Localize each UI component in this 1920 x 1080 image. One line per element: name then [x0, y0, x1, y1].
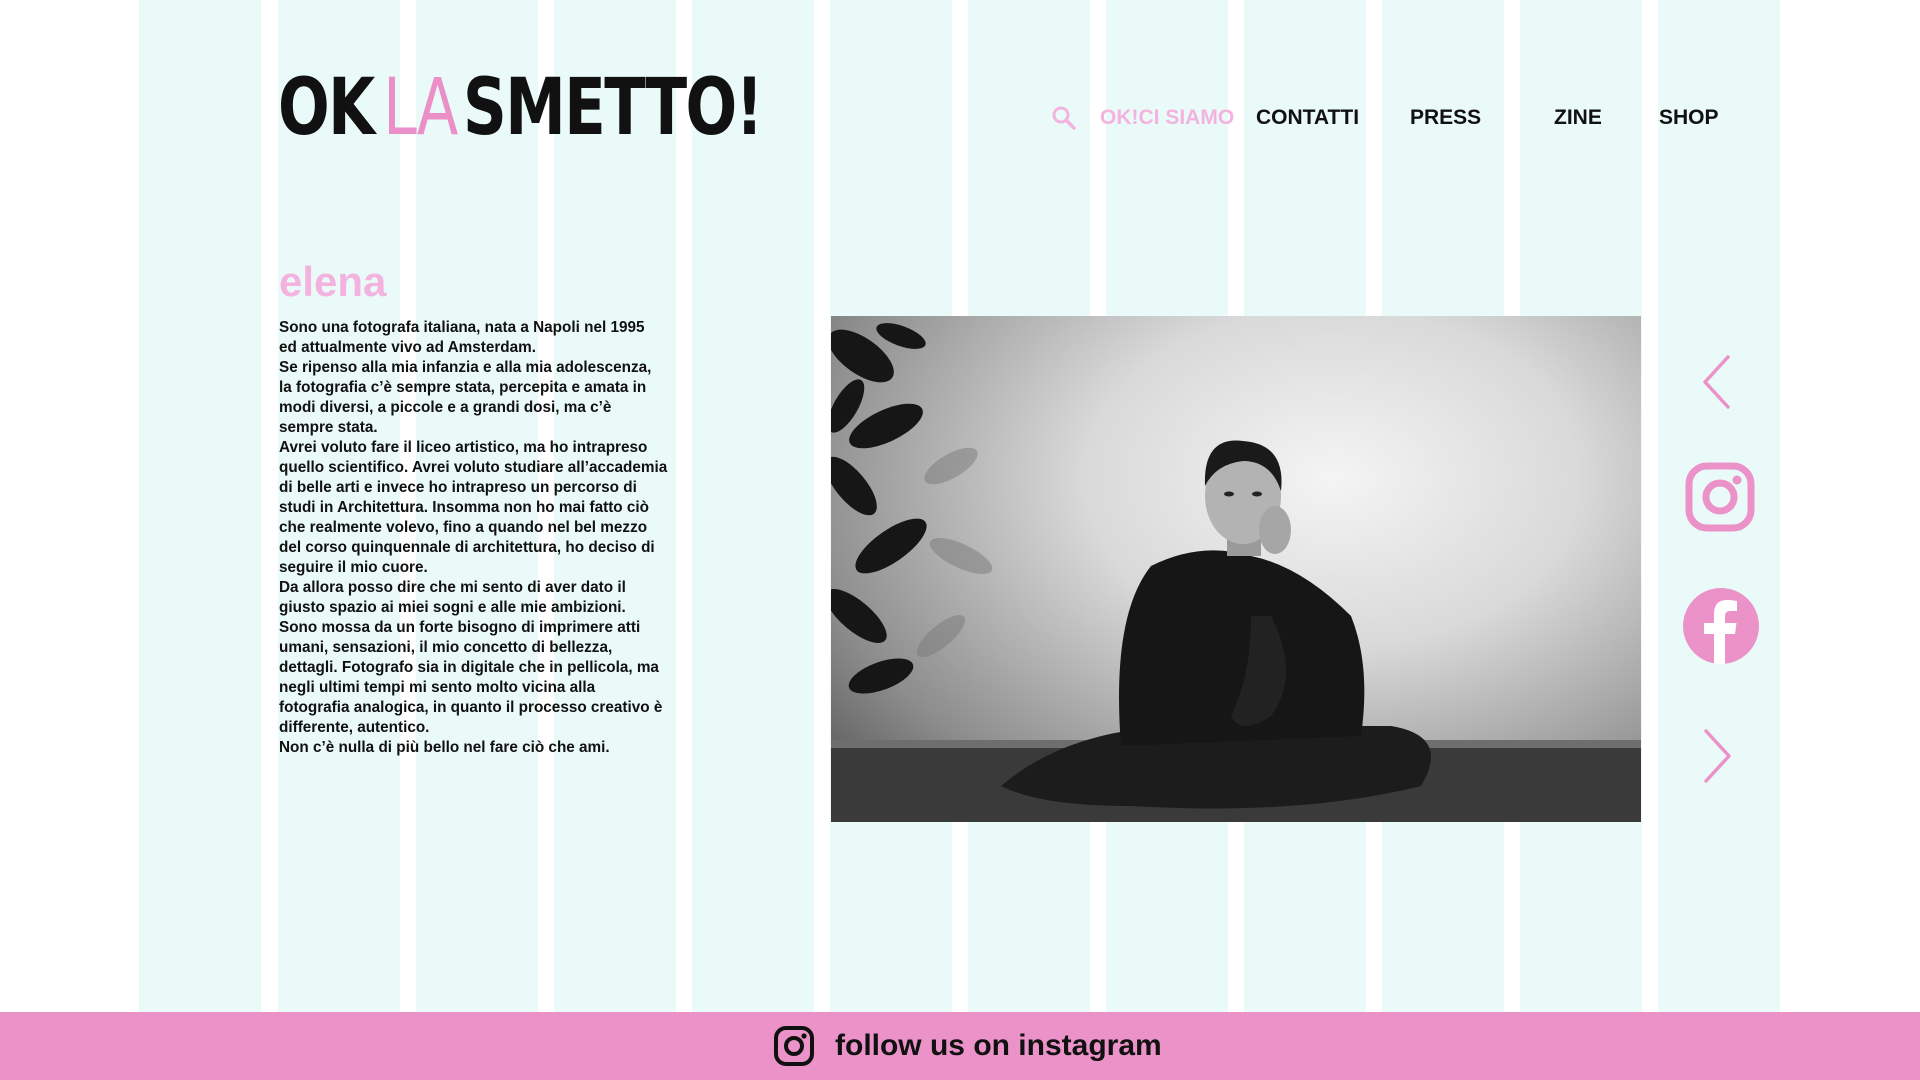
- bio-line: seguire il mio cuore.: [279, 559, 428, 576]
- bio-line: giusto spazio ai miei sogni e alle mie a…: [279, 599, 626, 616]
- main-nav: OK!CI SIAMO CONTATTI PRESS ZINE SHOP: [1050, 104, 1750, 136]
- footer-bar: follow us on instagram: [0, 1012, 1920, 1080]
- bio-line: modi diversi, a piccole e a grandi dosi,…: [279, 399, 612, 416]
- nav-item-contatti[interactable]: CONTATTI: [1256, 106, 1359, 130]
- bio-line: Sono una fotografa italiana, nata a Napo…: [279, 319, 645, 336]
- portrait-photo: [831, 316, 1641, 822]
- nav-item-zine[interactable]: ZINE: [1554, 106, 1602, 130]
- bio-name: elena: [279, 258, 387, 305]
- nav-item-ok-ci-siamo[interactable]: OK!CI SIAMO: [1100, 106, 1234, 130]
- bio-line: Non c’è nulla di più bello nel fare ciò …: [279, 739, 610, 756]
- bio-line: umani, sensazioni, il mio concetto di be…: [279, 639, 613, 656]
- bio-line: del corso quinquennale di architettura, …: [279, 539, 655, 556]
- bio-line: dettagli. Fotografo sia in digitale che …: [279, 659, 659, 676]
- next-arrow-button[interactable]: [1700, 728, 1734, 789]
- instagram-icon: [1685, 462, 1755, 536]
- search-icon[interactable]: [1050, 104, 1078, 132]
- logo-la: LA: [382, 63, 458, 153]
- bio-line: che realmente volevo, fino a quando nel …: [279, 519, 648, 536]
- bio-line: Se ripenso alla mia infanzia e alla mia …: [279, 359, 652, 376]
- logo-smetto: SMETTO!: [463, 63, 763, 153]
- bio-line: Avrei voluto fare il liceo artistico, ma…: [279, 439, 648, 456]
- facebook-icon: [1683, 588, 1759, 668]
- bio-line: quello scientifico. Avrei voluto studiar…: [279, 459, 668, 476]
- bio-line: studi in Architettura. Insomma non ho ma…: [279, 499, 649, 516]
- footer-text: follow us on instagram: [835, 1029, 1162, 1062]
- bio-line: Da allora posso dire che mi sento di ave…: [279, 579, 626, 596]
- nav-item-shop[interactable]: SHOP: [1659, 106, 1719, 130]
- bio-line: di belle arti e invece ho intrapreso un …: [279, 479, 637, 496]
- follow-instagram-link[interactable]: follow us on instagram: [773, 1022, 1162, 1070]
- bio-line: ed attualmente vivo ad Amsterdam.: [279, 339, 537, 356]
- bio-text: Sono una fotografa italiana, nata a Napo…: [279, 318, 679, 758]
- bio-line: differente, autentico.: [279, 719, 430, 736]
- bio-line: negli ultimi tempi mi sento molto vicina…: [279, 679, 596, 696]
- chevron-right-icon: [1700, 729, 1734, 788]
- site-logo[interactable]: OK LA SMETTO!: [278, 58, 847, 150]
- nav-item-press[interactable]: PRESS: [1410, 106, 1481, 130]
- bio-line: sempre stata.: [279, 419, 378, 436]
- bio-line: la fotografia c’è sempre stata, percepit…: [279, 379, 647, 396]
- bio-line: fotografia analogica, in quanto il proce…: [279, 699, 663, 716]
- logo-ok: OK: [278, 63, 375, 153]
- facebook-link[interactable]: [1683, 588, 1759, 669]
- bio-line: Sono mossa da un forte bisogno di imprim…: [279, 619, 641, 636]
- chevron-left-icon: [1700, 355, 1734, 414]
- instagram-icon: [773, 1025, 815, 1067]
- instagram-link[interactable]: [1685, 462, 1755, 537]
- prev-arrow-button[interactable]: [1700, 354, 1734, 415]
